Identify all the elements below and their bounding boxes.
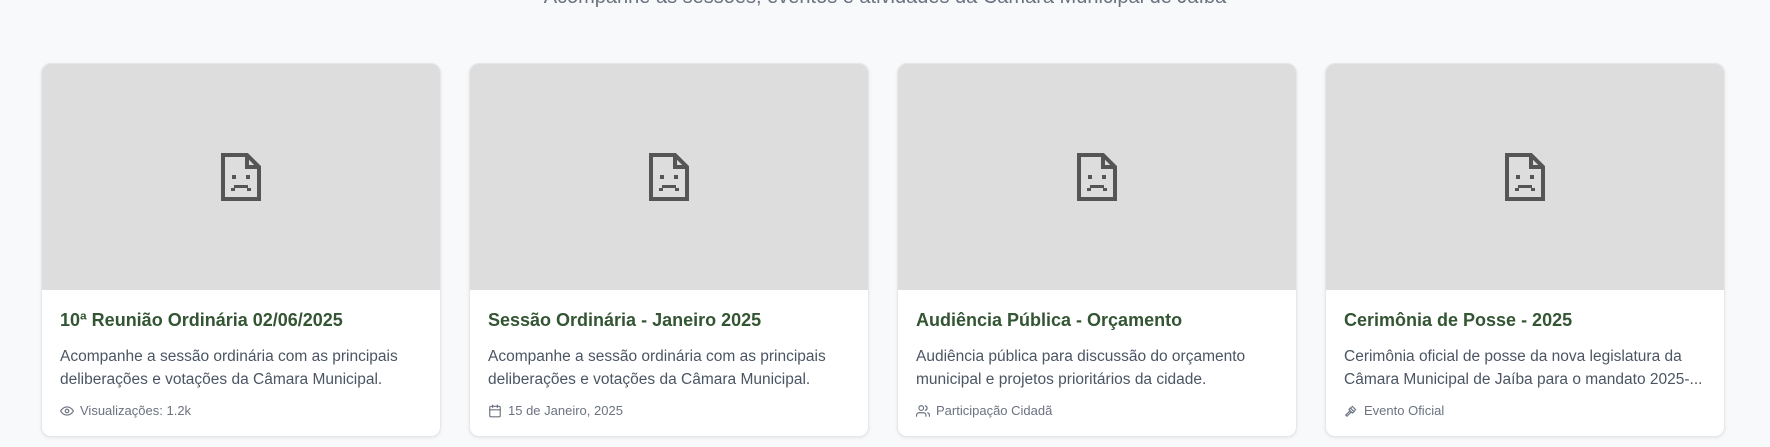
broken-image-placeholder[interactable] (1326, 64, 1724, 290)
card-meta-text: 15 de Janeiro, 2025 (508, 403, 623, 418)
calendar-icon (489, 404, 501, 417)
broken-image-icon (221, 153, 261, 201)
gavel-icon (1345, 405, 1357, 417)
eye-icon (60, 405, 74, 416)
video-card[interactable]: Audiência Pública - Orçamento Audiência … (897, 63, 1297, 437)
broken-image-placeholder[interactable] (898, 64, 1296, 290)
video-card-grid: 10ª Reunião Ordinária 02/06/2025 Acompan… (41, 63, 1725, 437)
card-description: Acompanhe a sessão ordinária com as prin… (488, 348, 826, 388)
card-meta: Visualizações: 1.2k (60, 403, 422, 418)
broken-image-placeholder[interactable] (42, 64, 440, 290)
card-meta-text: Participação Cidadã (936, 403, 1053, 418)
page: Acompanhe as sessões, eventos e atividad… (0, 0, 1770, 447)
section-subtitle: Acompanhe as sessões, eventos e atividad… (0, 0, 1770, 9)
video-card[interactable]: 10ª Reunião Ordinária 02/06/2025 Acompan… (41, 63, 441, 437)
video-card[interactable]: Cerimônia de Posse - 2025 Cerimônia ofic… (1325, 63, 1725, 437)
video-card[interactable]: Sessão Ordinária - Janeiro 2025 Acompanh… (469, 63, 869, 437)
card-description: Acompanhe a sessão ordinária com as prin… (60, 348, 398, 388)
card-meta-text: Visualizações: 1.2k (80, 403, 192, 418)
card-description: Audiência pública para discussão do orça… (916, 348, 1246, 388)
card-title[interactable]: Sessão Ordinária - Janeiro 2025 (488, 310, 850, 331)
users-icon (916, 404, 930, 417)
card-description: Cerimônia oficial de posse da nova legis… (1344, 348, 1703, 388)
card-meta: Evento Oficial (1344, 403, 1706, 418)
broken-image-placeholder[interactable] (470, 64, 868, 290)
broken-image-icon (1505, 153, 1545, 201)
broken-image-icon (649, 153, 689, 201)
card-title[interactable]: 10ª Reunião Ordinária 02/06/2025 (60, 310, 422, 331)
card-meta: 15 de Janeiro, 2025 (488, 403, 850, 418)
broken-image-icon (1077, 153, 1117, 201)
card-title[interactable]: Audiência Pública - Orçamento (916, 310, 1278, 331)
card-meta: Participação Cidadã (916, 403, 1278, 418)
card-meta-text: Evento Oficial (1364, 403, 1445, 418)
card-title[interactable]: Cerimônia de Posse - 2025 (1344, 310, 1706, 331)
